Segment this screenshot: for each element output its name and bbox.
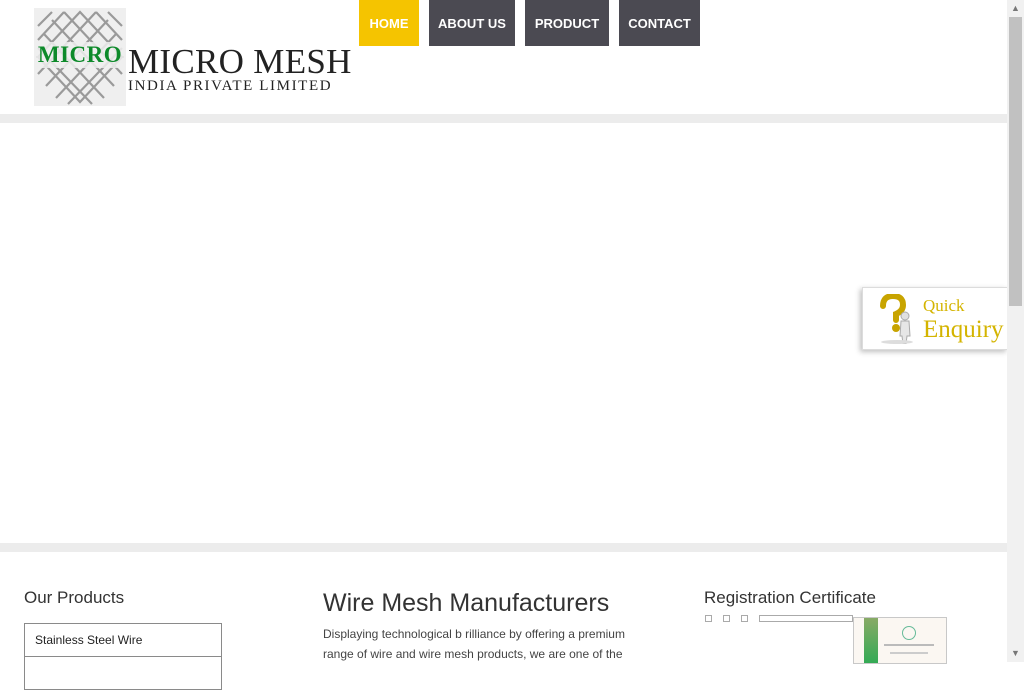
question-person-icon — [880, 294, 913, 344]
intro-paragraph: Displaying technological b rilliance by … — [323, 627, 625, 661]
certificate-line — [884, 644, 934, 646]
main-nav: HOME ABOUT US PRODUCT CONTACT — [359, 0, 710, 46]
carousel-indicators — [705, 615, 853, 622]
product-list-item[interactable]: Stainless Steel Wire — [25, 624, 221, 657]
product-list: Stainless Steel Wire — [24, 623, 222, 690]
brand: MICRO MESH INDIA PRIVATE LIMITED — [128, 42, 352, 95]
enquiry-label: Enquiry — [923, 316, 1004, 343]
site-header: MICRO MICRO MESH INDIA PRIVATE LIMITED H… — [0, 0, 1007, 114]
logo-text: MICRO — [37, 42, 123, 68]
page-title: Wire Mesh Manufacturers — [323, 589, 610, 617]
scrollbar-thumb[interactable] — [1009, 17, 1022, 306]
brand-name: MICRO MESH — [128, 42, 352, 81]
certificate-seal-icon — [902, 626, 916, 640]
carousel-dot-active[interactable] — [759, 615, 853, 622]
carousel-dot[interactable] — [741, 615, 748, 622]
divider-band — [0, 543, 1007, 552]
quick-label: Quick — [923, 296, 965, 315]
nav-about-us[interactable]: ABOUT US — [429, 0, 515, 46]
certificate-line — [890, 652, 928, 654]
carousel-dot[interactable] — [705, 615, 712, 622]
scroll-down-icon[interactable]: ▼ — [1007, 645, 1024, 662]
certificate-image[interactable] — [853, 617, 947, 664]
hero-banner — [0, 123, 1007, 543]
nav-home[interactable]: HOME — [359, 0, 419, 46]
divider-band — [0, 114, 1007, 123]
scroll-up-icon[interactable]: ▲ — [1007, 0, 1024, 17]
certificate-ribbon — [864, 618, 878, 663]
page-scrollbar[interactable]: ▲ ▼ — [1007, 0, 1024, 662]
brand-subtitle: INDIA PRIVATE LIMITED — [128, 78, 333, 94]
products-heading: Our Products — [24, 588, 125, 607]
certificate-heading: Registration Certificate — [704, 588, 876, 607]
nav-product[interactable]: PRODUCT — [525, 0, 609, 46]
carousel-dot[interactable] — [723, 615, 730, 622]
quick-enquiry-button[interactable]: Quick Enquiry — [862, 287, 1008, 350]
logo[interactable]: MICRO — [34, 8, 126, 106]
nav-contact[interactable]: CONTACT — [619, 0, 700, 46]
